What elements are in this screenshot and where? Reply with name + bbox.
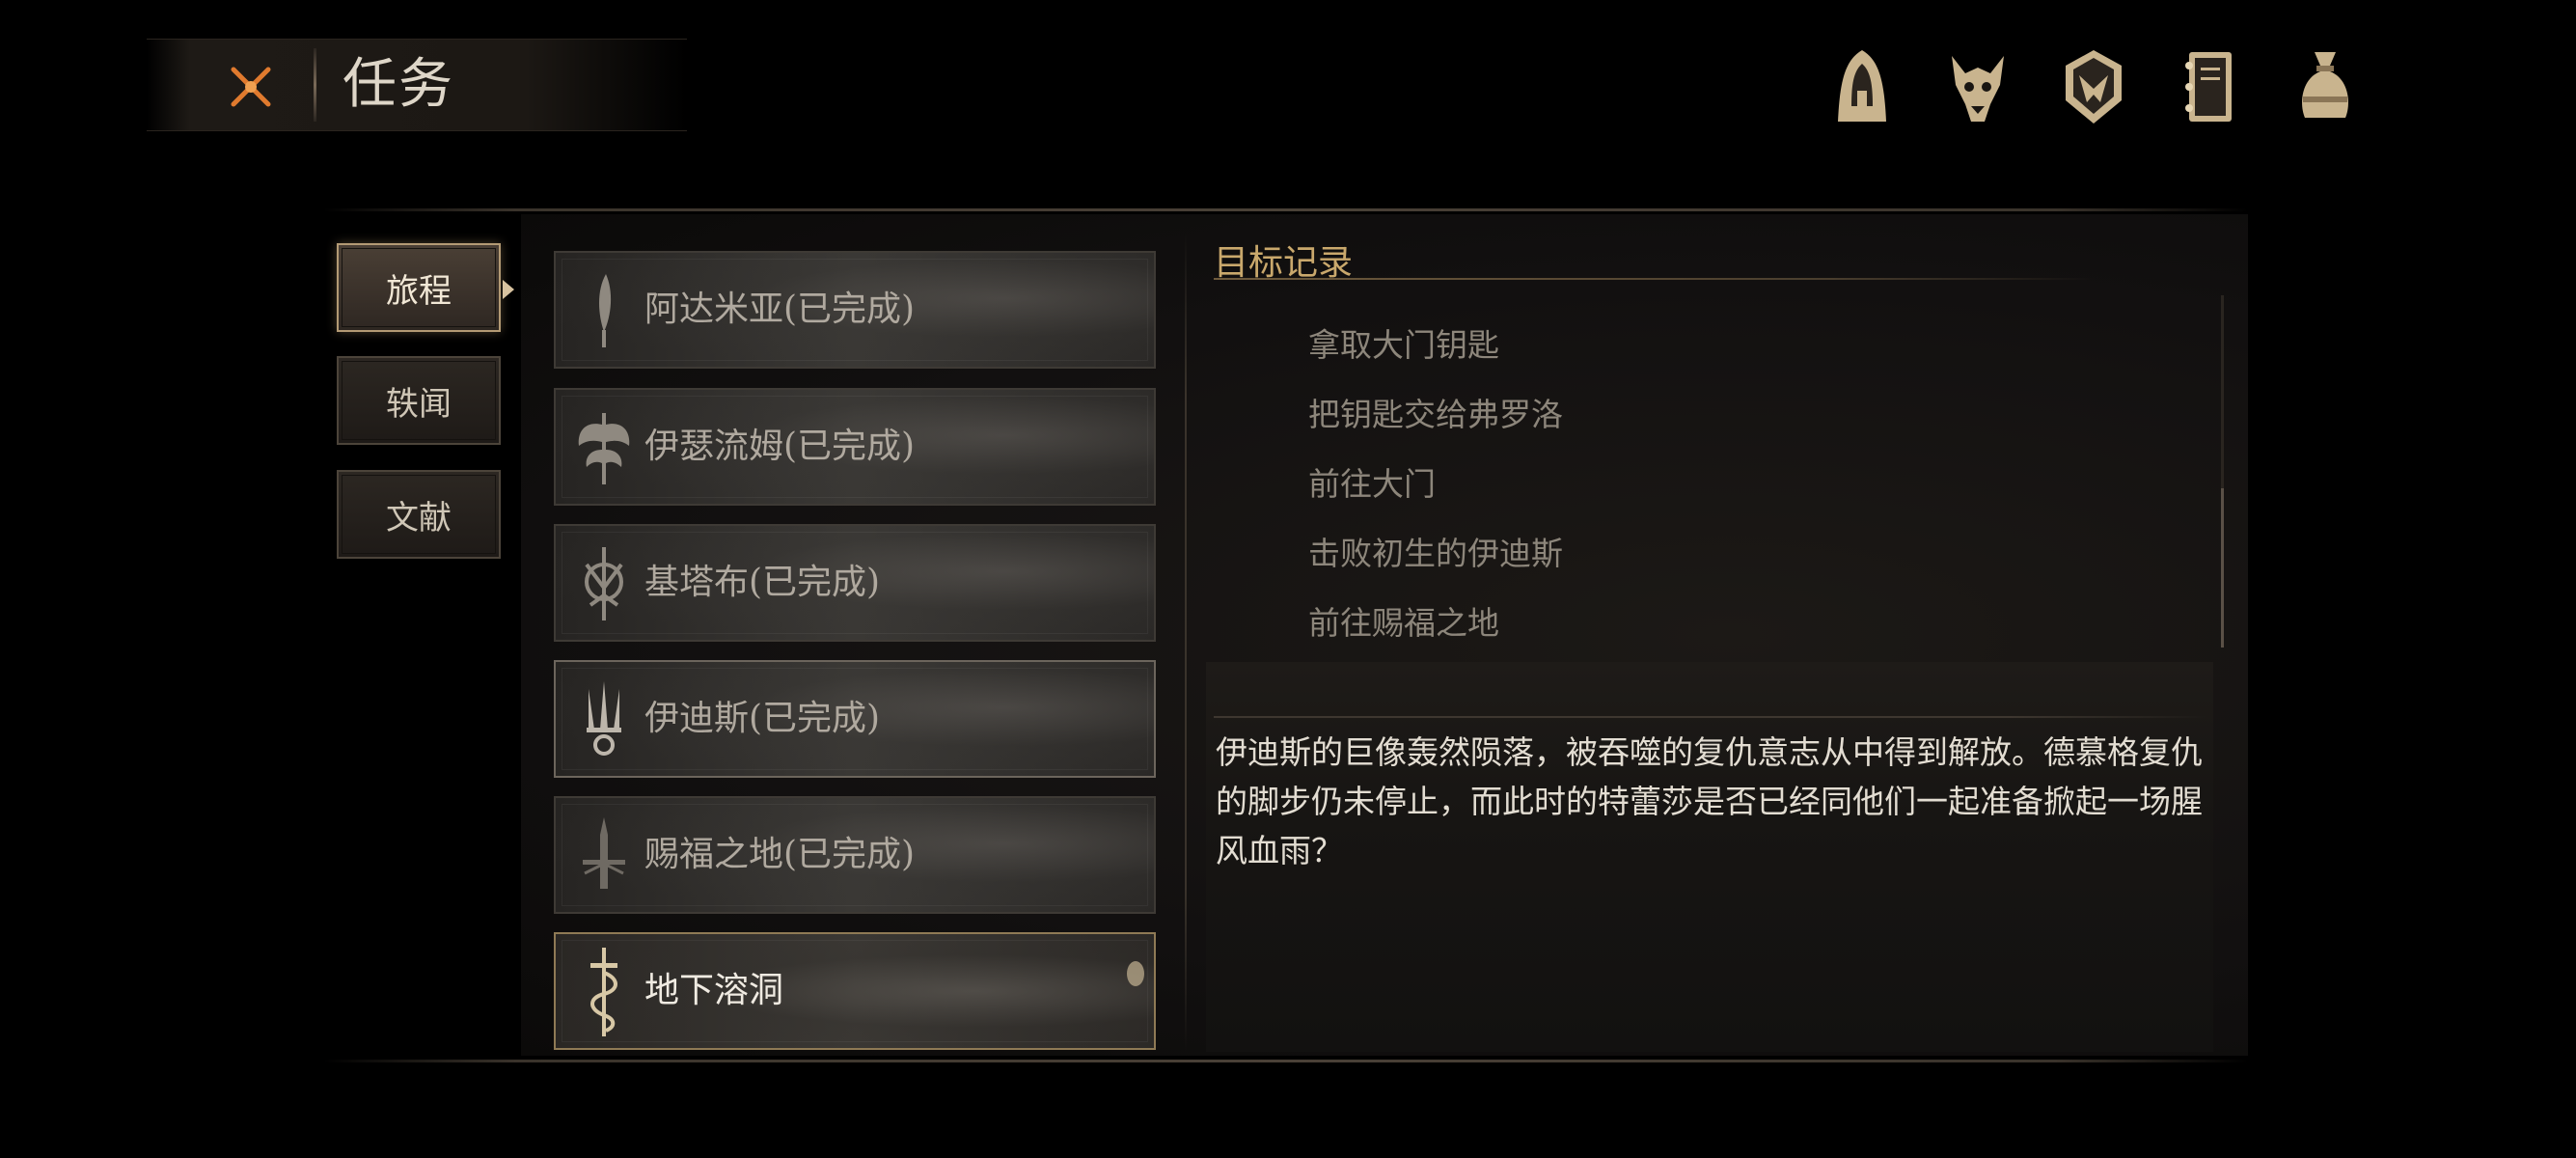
objective-item: 前往大门 xyxy=(1308,465,1436,503)
tab-label: 文献 xyxy=(386,498,452,538)
quest-label: 赐福之地(已完成) xyxy=(644,835,916,874)
twin-axe-icon xyxy=(578,413,630,484)
serpent-sword-icon xyxy=(590,948,617,1036)
page-title: 任务 xyxy=(343,53,454,116)
coin-pouch-icon xyxy=(2302,52,2348,118)
quest-item-edith[interactable]: 伊迪斯(已完成) xyxy=(554,660,1156,778)
objective-item: 前往赐福之地 xyxy=(1308,604,1499,642)
nav-character-button[interactable] xyxy=(1804,39,1920,135)
top-nav xyxy=(1804,39,2383,135)
quest-item-blessed-land[interactable]: 赐福之地(已完成) xyxy=(554,796,1156,914)
tab-pointer-icon xyxy=(503,280,514,299)
scrollbar-thumb[interactable] xyxy=(2221,488,2224,648)
tab-anecdotes[interactable]: 轶闻 xyxy=(337,356,501,445)
crest-shield-icon xyxy=(2066,50,2122,124)
nav-inventory-button[interactable] xyxy=(2267,39,2383,135)
hooded-figure-icon xyxy=(1838,50,1886,122)
frame-top-border xyxy=(323,208,2248,211)
quest-screen: 任务 旅程 轶闻 文献 阿达米亚(已完成) 伊瑟流姆(已完成) 基塔布(已完成)… xyxy=(0,0,2576,1158)
nav-journal-button[interactable] xyxy=(2151,39,2267,135)
tab-documents[interactable]: 文献 xyxy=(337,470,501,559)
quest-item-ithrium[interactable]: 伊瑟流姆(已完成) xyxy=(554,388,1156,506)
quest-label: 阿达米亚(已完成) xyxy=(644,290,916,329)
journal-book-icon xyxy=(2185,52,2232,122)
quest-item-kitab[interactable]: 基塔布(已完成) xyxy=(554,524,1156,642)
quest-label: 基塔布(已完成) xyxy=(644,563,881,602)
quest-label: 伊迪斯(已完成) xyxy=(644,699,881,738)
beast-skull-icon xyxy=(1952,56,2004,122)
crescent-emblem-icon xyxy=(585,547,623,620)
close-x-icon xyxy=(231,67,271,107)
description-rule xyxy=(1214,716,2207,718)
trident-icon xyxy=(587,681,621,756)
quest-label: 地下溶洞 xyxy=(644,971,784,1010)
objectives-scrollbar[interactable] xyxy=(2221,295,2224,648)
objectives-title-rule xyxy=(1214,278,2096,280)
quest-label: 伊瑟流姆(已完成) xyxy=(644,427,916,466)
nav-faction-button[interactable] xyxy=(2036,39,2151,135)
quest-item-adamia[interactable]: 阿达米亚(已完成) xyxy=(554,251,1156,369)
objective-item: 拿取大门钥匙 xyxy=(1308,326,1499,364)
objective-item: 击败初生的伊迪斯 xyxy=(1308,535,1563,572)
tab-label: 旅程 xyxy=(386,271,452,311)
panel-divider xyxy=(1185,232,1187,1052)
quest-item-underground-cave[interactable]: 地下溶洞 xyxy=(554,932,1156,1050)
frame-bottom-border xyxy=(323,1060,2248,1062)
header-divider xyxy=(314,48,316,122)
cross-sword-icon xyxy=(583,817,625,889)
close-button[interactable] xyxy=(217,53,285,121)
new-indicator-icon xyxy=(1127,961,1144,986)
objective-item: 把钥匙交给弗罗洛 xyxy=(1308,396,1563,433)
tab-journey[interactable]: 旅程 xyxy=(337,243,514,332)
quest-description: 伊迪斯的巨像轰然陨落，被吞噬的复仇意志从中得到解放。德慕格复仇的脚步仍未停止，而… xyxy=(1216,733,2203,869)
feather-blade-icon xyxy=(599,274,612,347)
nav-bestiary-button[interactable] xyxy=(1920,39,2036,135)
objective-list: 拿取大门钥匙 把钥匙交给弗罗洛 前往大门 击败初生的伊迪斯 前往赐福之地 xyxy=(1308,311,1563,658)
tab-label: 轶闻 xyxy=(386,384,452,424)
